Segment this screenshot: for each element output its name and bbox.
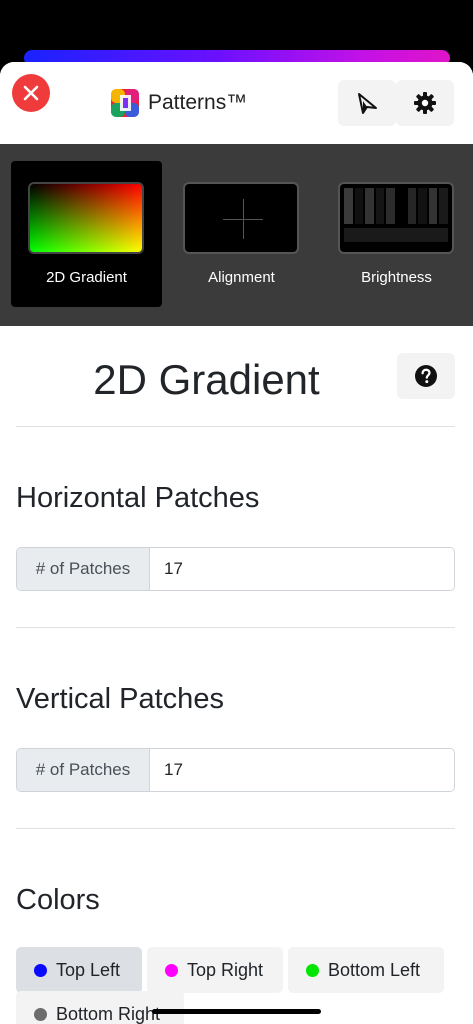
color-dot [34,963,47,977]
pattern-selector: 2D Gradient Alignment Brightness [0,144,473,326]
pattern-label: 2D Gradient [46,269,127,286]
color-label: Bottom Left [328,959,421,980]
horizontal-patches-heading: Horizontal Patches [16,482,260,514]
color-top-right-button[interactable]: Top Right [147,947,283,993]
color-dot [165,963,178,977]
vertical-patches-field: # of Patches 17 [16,748,455,792]
gradient-thumbnail [28,182,144,254]
app-sheet: Patterns™ 2D Gradient Alignment Brightne… [0,62,473,1024]
close-icon [23,85,39,101]
app-header: Patterns™ [0,62,473,144]
page-title: 2D Gradient [93,356,320,403]
vertical-patches-heading: Vertical Patches [16,683,224,715]
horizontal-patches-input[interactable]: 17 [150,548,454,590]
alignment-thumbnail [183,182,299,254]
app-title: Patterns™ [148,91,248,114]
color-bottom-left-button[interactable]: Bottom Left [288,947,444,993]
close-button[interactable] [12,74,50,112]
pattern-label: Brightness [361,269,432,286]
color-dot [306,963,319,977]
pattern-label: Alignment [208,269,275,286]
input-label: # of Patches [17,548,150,590]
color-bottom-right-button[interactable]: Bottom Right [16,991,184,1024]
color-top-left-button[interactable]: Top Left [16,947,142,993]
pattern-alignment[interactable]: Alignment [166,161,317,307]
pattern-2d-gradient[interactable]: 2D Gradient [11,161,162,307]
input-label: # of Patches [17,749,150,791]
color-label: Bottom Right [56,1003,161,1024]
help-icon [415,365,437,387]
color-label: Top Left [56,959,121,980]
divider [16,627,455,628]
color-label: Top Right [187,959,264,980]
settings-button[interactable] [396,80,454,126]
pattern-brightness[interactable]: Brightness [321,161,472,307]
horizontal-patches-field: # of Patches 17 [16,547,455,591]
gear-icon [414,92,436,114]
colors-heading: Colors [16,884,100,916]
brightness-thumbnail [338,182,454,254]
home-indicator[interactable] [152,1009,321,1014]
cast-icon [358,93,377,114]
vertical-patches-input[interactable]: 17 [150,749,454,791]
app-logo-icon [111,89,139,117]
color-dot [34,1007,47,1021]
divider [16,828,455,829]
help-button[interactable] [397,353,455,399]
divider [16,426,455,427]
cast-button[interactable] [338,80,396,126]
